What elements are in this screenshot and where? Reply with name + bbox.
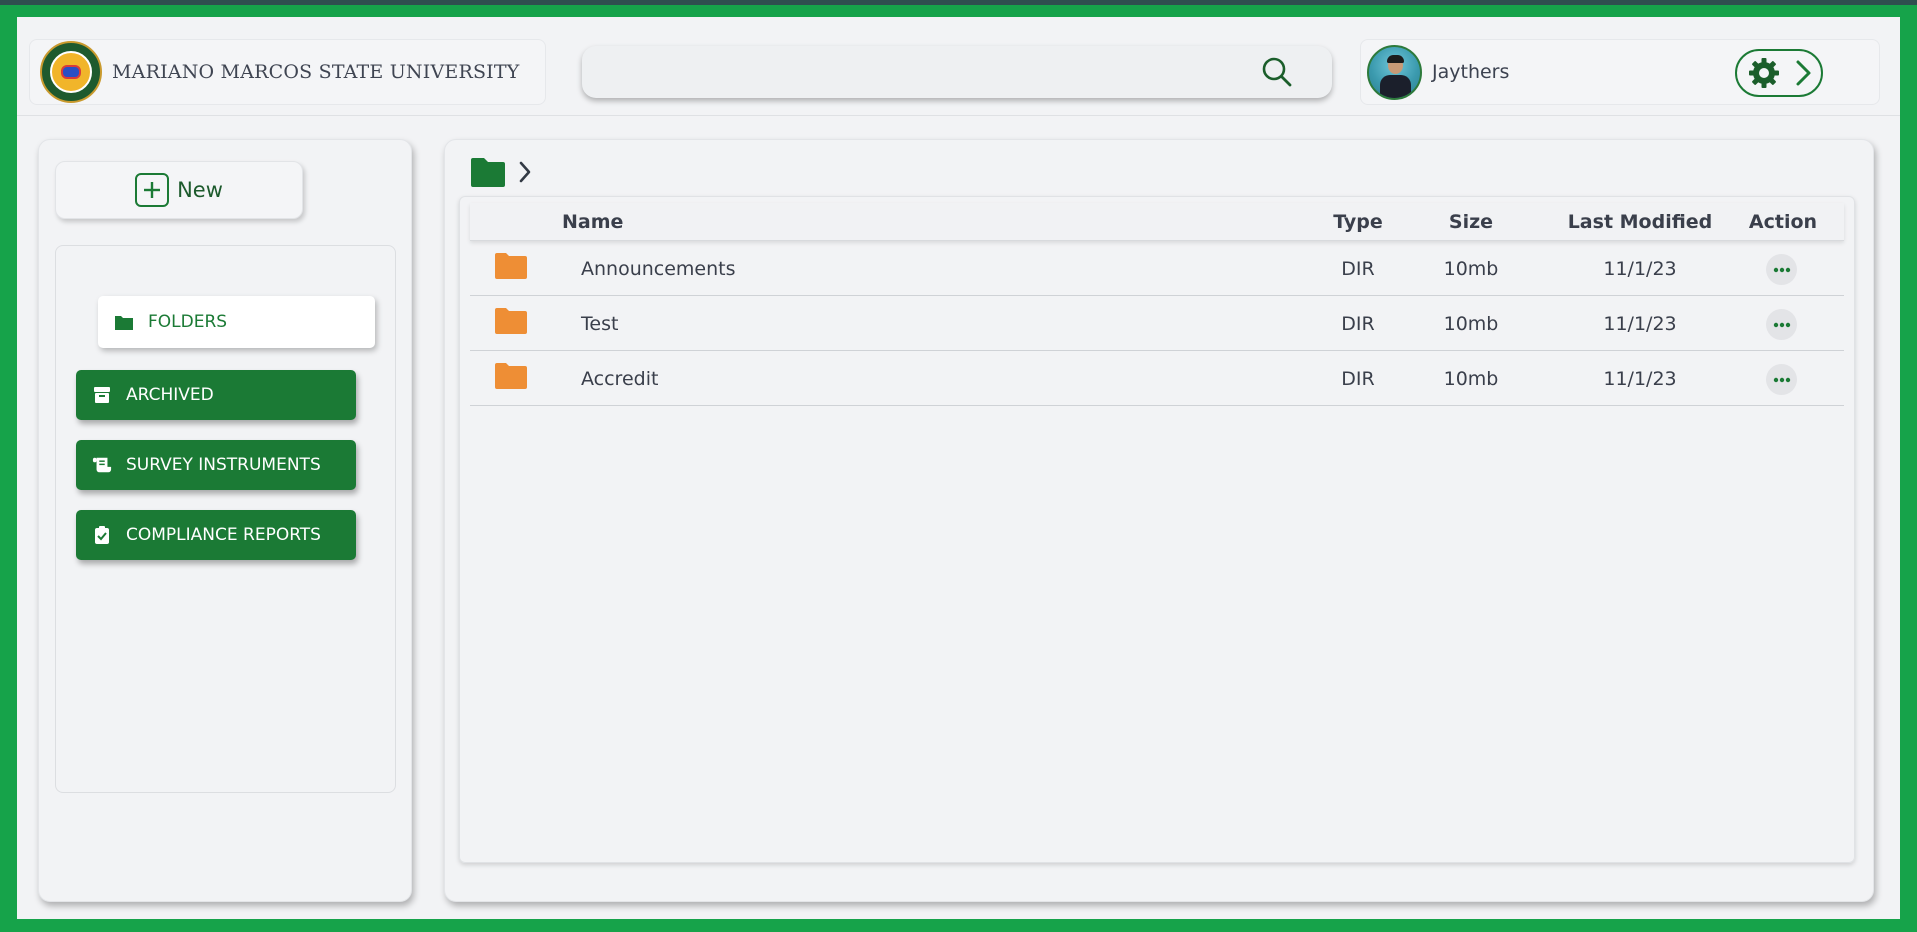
file-type: DIR [1341, 258, 1375, 280]
file-type: DIR [1341, 368, 1375, 390]
column-header-name[interactable]: Name [562, 203, 623, 241]
plus-icon [135, 173, 170, 207]
table-row[interactable]: Accredit DIR 10mb 11/1/23 [470, 352, 1844, 406]
ellipsis-icon [1773, 322, 1790, 327]
new-button-label: New [177, 178, 223, 202]
folder-icon [114, 312, 134, 332]
clipboard-check-icon [92, 525, 112, 545]
university-seal-icon [40, 41, 102, 103]
folder-icon[interactable] [469, 156, 507, 188]
sidebar: New FOLDERS ARCHIVED SURVEY INSTRUMENTS … [38, 139, 412, 902]
sidebar-item-label: ARCHIVED [126, 385, 214, 405]
folder-icon [495, 363, 527, 389]
university-name: MARIANO MARCOS STATE UNIVERSITY [112, 61, 520, 83]
archive-icon [92, 385, 112, 405]
file-name[interactable]: Announcements [581, 242, 736, 296]
username: Jaythers [1432, 61, 1510, 83]
file-size: 10mb [1443, 368, 1499, 390]
chevron-right-icon [519, 161, 531, 183]
settings-toggle-button[interactable] [1735, 49, 1823, 97]
search-bar [582, 46, 1332, 98]
new-button[interactable]: New [55, 161, 303, 219]
header-divider [17, 115, 1900, 116]
search-input[interactable] [582, 46, 1260, 98]
file-name[interactable]: Accredit [581, 352, 658, 406]
column-header-action: Action [1748, 211, 1818, 233]
app-frame: MARIANO MARCOS STATE UNIVERSITY Jaythers [17, 17, 1900, 919]
sidebar-item-folders[interactable]: FOLDERS [98, 296, 375, 348]
folder-icon [495, 308, 527, 334]
file-name[interactable]: Test [581, 297, 618, 351]
avatar[interactable] [1367, 44, 1422, 100]
file-modified: 11/1/23 [1603, 368, 1677, 390]
file-modified: 11/1/23 [1603, 313, 1677, 335]
search-icon[interactable] [1260, 55, 1294, 89]
table-row[interactable]: Test DIR 10mb 11/1/23 [470, 297, 1844, 351]
more-actions-button[interactable] [1766, 309, 1797, 340]
sidebar-item-archived[interactable]: ARCHIVED [76, 370, 356, 420]
file-modified: 11/1/23 [1603, 258, 1677, 280]
gear-icon[interactable] [1747, 56, 1781, 90]
file-type: DIR [1341, 313, 1375, 335]
file-table: Name Type Size Last Modified Action Anno… [459, 196, 1855, 863]
more-actions-button[interactable] [1766, 254, 1797, 285]
ellipsis-icon [1773, 377, 1790, 382]
window-top-strip [0, 0, 1917, 5]
ellipsis-icon [1773, 267, 1790, 272]
folder-icon [495, 253, 527, 279]
user-profile-bar: Jaythers [1360, 39, 1880, 105]
sidebar-nav: FOLDERS ARCHIVED SURVEY INSTRUMENTS COMP… [55, 245, 396, 793]
table-row[interactable]: Announcements DIR 10mb 11/1/23 [470, 242, 1844, 296]
sidebar-item-compliance-reports[interactable]: COMPLIANCE REPORTS [76, 510, 356, 560]
column-header-size[interactable]: Size [1426, 203, 1516, 241]
sidebar-item-survey-instruments[interactable]: SURVEY INSTRUMENTS [76, 440, 356, 490]
table-header: Name Type Size Last Modified Action [470, 203, 1844, 241]
file-size: 10mb [1443, 258, 1499, 280]
scroll-icon [92, 455, 112, 475]
chevron-right-icon[interactable] [1793, 58, 1813, 88]
file-size: 10mb [1443, 313, 1499, 335]
sidebar-item-label: FOLDERS [148, 312, 228, 332]
column-header-last-modified[interactable]: Last Modified [1550, 203, 1730, 241]
breadcrumb [469, 156, 533, 188]
brand-header: MARIANO MARCOS STATE UNIVERSITY [29, 39, 546, 105]
column-header-type[interactable]: Type [1322, 203, 1394, 241]
sidebar-item-label: COMPLIANCE REPORTS [126, 525, 321, 545]
file-browser: Name Type Size Last Modified Action Anno… [444, 139, 1874, 902]
more-actions-button[interactable] [1766, 364, 1797, 395]
sidebar-item-label: SURVEY INSTRUMENTS [126, 455, 321, 475]
